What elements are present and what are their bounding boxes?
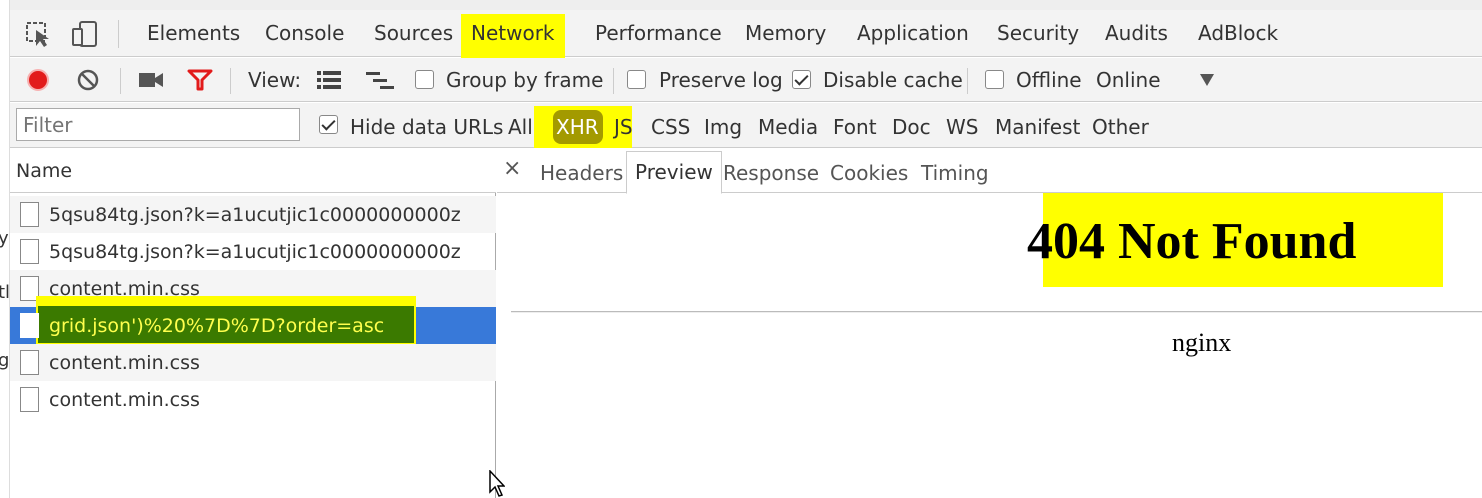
file-icon (20, 202, 39, 227)
close-icon[interactable]: × (503, 156, 521, 181)
file-icon (20, 387, 39, 412)
tab-application[interactable]: Application (857, 21, 969, 45)
table-row[interactable]: 5qsu84tg.json?k=a1ucutjic1c0000000000z (10, 196, 496, 233)
mouse-cursor-icon (489, 469, 506, 498)
network-toolbar: View: Group by frame Preserve log Disabl… (10, 58, 1482, 102)
tab-elements[interactable]: Elements (147, 21, 240, 45)
horizontal-rule (511, 311, 1482, 313)
request-name: content.min.css (49, 389, 200, 411)
file-icon (20, 313, 39, 338)
filter-type-doc[interactable]: Doc (892, 115, 931, 139)
page-text-fragment: g (0, 350, 9, 371)
request-list: Name 5qsu84tg.json?k=a1ucutjic1c00000000… (10, 148, 496, 498)
tab-audits[interactable]: Audits (1105, 21, 1168, 45)
filter-bar: Hide data URLs All XHR JS CSS Img Media … (10, 103, 1482, 156)
toolbar-divider (613, 68, 614, 94)
table-row[interactable]: content.min.css (10, 344, 496, 381)
tab-timing[interactable]: Timing (921, 161, 989, 185)
window-top-strip (10, 0, 1482, 10)
filter-type-font[interactable]: Font (833, 115, 877, 139)
selected-row-text: grid.json')%20%7D%7D?order=asc (10, 307, 496, 344)
request-name: 5qsu84tg.json?k=a1ucutjic1c0000000000z (49, 241, 461, 263)
hide-data-urls-label: Hide data URLs (350, 115, 504, 139)
throttling-select[interactable]: Online (1096, 68, 1161, 92)
filter-type-xhr[interactable]: XHR (556, 115, 599, 139)
large-rows-view-icon[interactable] (316, 70, 342, 94)
tab-sources[interactable]: Sources (374, 21, 453, 45)
filter-type-manifest[interactable]: Manifest (995, 115, 1080, 139)
filter-type-ws[interactable]: WS (946, 115, 978, 139)
tab-response[interactable]: Response (723, 161, 819, 185)
filter-input[interactable] (16, 108, 300, 141)
error-title: 404 Not Found (1027, 213, 1357, 270)
record-icon[interactable] (26, 68, 50, 96)
waterfall-view-icon[interactable] (365, 70, 395, 94)
page-text-fragment: y (0, 228, 9, 249)
tab-headers[interactable]: Headers (540, 161, 623, 185)
server-name: nginx (1172, 328, 1232, 357)
request-name: content.min.css (49, 352, 200, 374)
offline-label: Offline (1016, 68, 1082, 92)
devtools-tab-bar: Elements Console Sources Network Perform… (10, 10, 1482, 66)
filter-type-js[interactable]: JS (614, 115, 633, 139)
table-row[interactable]: 5qsu84tg.json?k=a1ucutjic1c0000000000z (10, 233, 496, 270)
inspected-page-edge: y tl g (0, 0, 10, 498)
detail-tab-bar: × Headers Preview Response Cookies Timin… (497, 148, 1482, 194)
name-column-label: Name (16, 160, 73, 182)
name-column-header[interactable]: Name (10, 148, 496, 193)
request-name: grid.json')%20%7D%7D?order=asc (49, 315, 385, 337)
device-toolbar-icon[interactable] (70, 20, 100, 48)
filter-type-css[interactable]: CSS (651, 115, 690, 139)
hide-data-urls-checkbox[interactable] (319, 115, 338, 134)
filter-type-img[interactable]: Img (704, 115, 742, 139)
filter-funnel-icon[interactable] (187, 68, 213, 96)
filter-type-all[interactable]: All (508, 115, 533, 139)
group-by-frame-label: Group by frame (446, 68, 604, 92)
toolbar-divider (967, 68, 968, 94)
tab-memory[interactable]: Memory (745, 21, 826, 45)
disable-cache-checkbox[interactable] (792, 70, 811, 89)
tab-security[interactable]: Security (997, 21, 1079, 45)
file-icon (20, 350, 39, 375)
disable-cache-label: Disable cache (823, 68, 963, 92)
filter-type-media[interactable]: Media (758, 115, 818, 139)
toolbar-divider (230, 68, 231, 94)
screenshot-camera-icon[interactable] (138, 69, 164, 95)
request-name: 5qsu84tg.json?k=a1ucutjic1c0000000000z (49, 204, 461, 226)
tab-console[interactable]: Console (265, 21, 344, 45)
page-text-fragment: tl (0, 282, 10, 303)
toolbar-divider (120, 68, 121, 94)
offline-checkbox[interactable] (985, 70, 1004, 89)
tab-network-label: Network (471, 21, 555, 45)
inspect-element-icon[interactable] (24, 20, 54, 48)
tab-cookies[interactable]: Cookies (830, 161, 908, 185)
view-label: View: (248, 68, 302, 92)
table-row[interactable]: content.min.css (10, 381, 496, 418)
preserve-log-label: Preserve log (659, 68, 783, 92)
tab-performance[interactable]: Performance (595, 21, 722, 45)
file-icon (20, 239, 39, 264)
group-by-frame-checkbox[interactable] (415, 70, 434, 89)
tab-adblock[interactable]: AdBlock (1198, 21, 1278, 45)
preserve-log-checkbox[interactable] (627, 70, 646, 89)
devtools-panel: Elements Console Sources Network Perform… (10, 0, 1482, 498)
request-detail-pane: × Headers Preview Response Cookies Timin… (497, 148, 1482, 498)
clear-icon[interactable] (76, 68, 100, 96)
tab-preview[interactable]: Preview (626, 151, 722, 194)
filter-type-other[interactable]: Other (1092, 115, 1149, 139)
chevron-down-icon[interactable] (1199, 72, 1215, 91)
toolbar-divider (118, 20, 119, 48)
